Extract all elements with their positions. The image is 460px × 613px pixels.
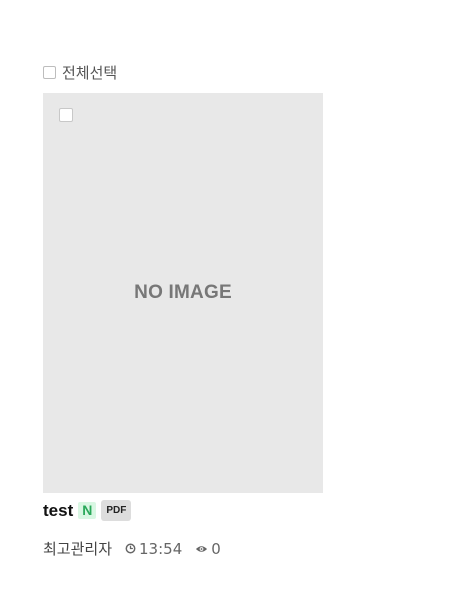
select-all-label[interactable]: 전체선택 bbox=[62, 62, 117, 83]
select-all[interactable]: 전체선택 bbox=[43, 62, 117, 83]
new-badge: N bbox=[78, 502, 97, 519]
clock-icon bbox=[125, 543, 136, 554]
no-image-placeholder: NO IMAGE bbox=[134, 282, 232, 303]
time-meta: 13:54 bbox=[125, 540, 182, 558]
eye-icon bbox=[195, 544, 208, 554]
thumbnail[interactable]: NO IMAGE bbox=[43, 93, 323, 493]
author-name[interactable]: 최고관리자 bbox=[43, 538, 112, 559]
file-type-badge: PDF bbox=[101, 500, 132, 521]
select-all-checkbox[interactable] bbox=[43, 66, 56, 79]
item-checkbox[interactable] bbox=[59, 108, 73, 122]
post-title[interactable]: test bbox=[43, 501, 73, 521]
post-time: 13:54 bbox=[139, 539, 183, 558]
title-row: test N PDF bbox=[43, 500, 323, 521]
view-count: 0 bbox=[211, 539, 221, 558]
views-meta: 0 bbox=[195, 540, 221, 558]
meta-row: 최고관리자 13:54 0 bbox=[43, 538, 323, 559]
gallery-card: NO IMAGE test N PDF 최고관리자 13:54 0 bbox=[43, 93, 323, 559]
